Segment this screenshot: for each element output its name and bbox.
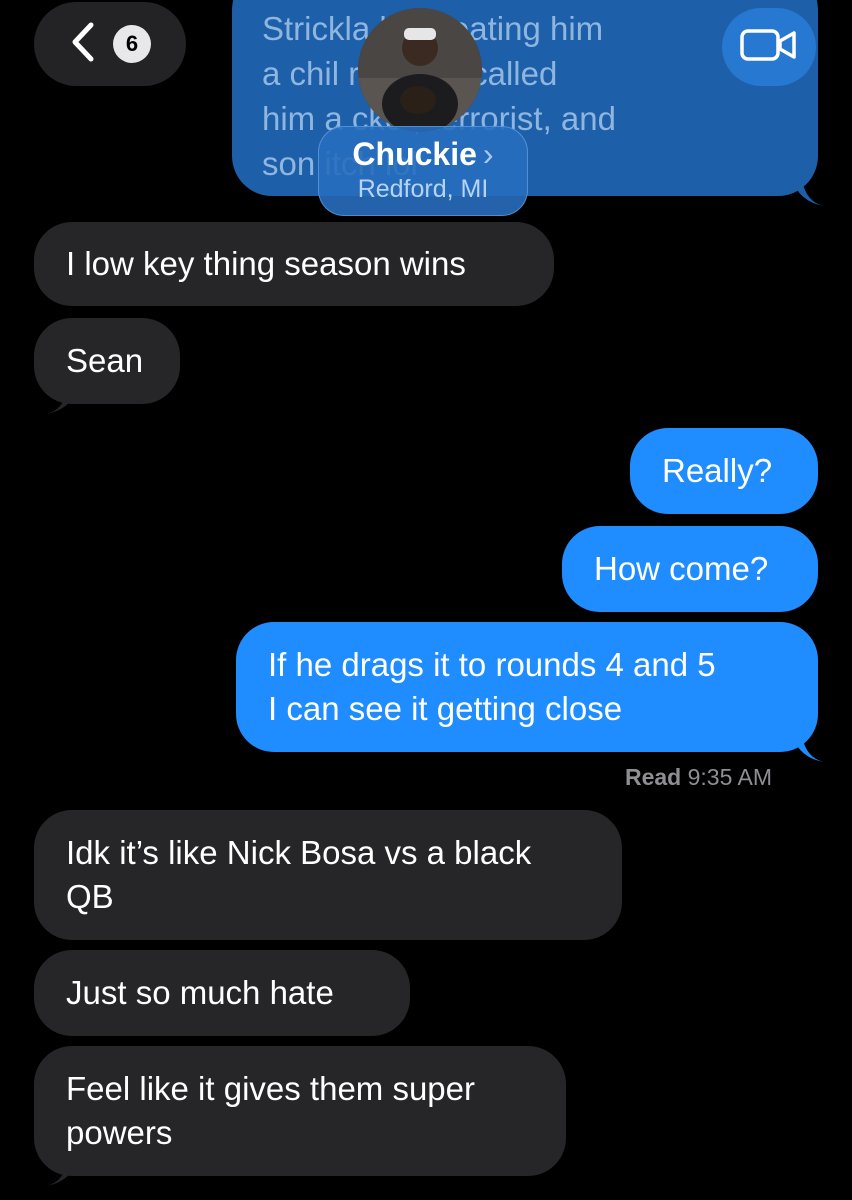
- video-call-button[interactable]: [722, 8, 816, 86]
- message-bubble-outgoing[interactable]: Really?: [630, 428, 818, 514]
- contact-info-button[interactable]: Chuckie › Redford, MI: [318, 126, 528, 216]
- message-bubble-incoming[interactable]: Idk it’s like Nick Bosa vs a black QB: [34, 810, 622, 940]
- contact-name: Chuckie ›: [352, 136, 494, 172]
- message-bubble-incoming[interactable]: Just so much hate: [34, 950, 410, 1036]
- message-bubble-outgoing[interactable]: If he drags it to rounds 4 and 5 I can s…: [236, 622, 818, 752]
- bubble-tail: [792, 736, 826, 764]
- read-time: 9:35 AM: [687, 764, 772, 790]
- message-bubble-incoming[interactable]: I low key thing season wins: [34, 222, 554, 306]
- read-receipt: Read 9:35 AM: [625, 764, 772, 791]
- contact-location: Redford, MI: [357, 175, 489, 203]
- back-button[interactable]: 6: [34, 2, 186, 86]
- video-camera-icon: [740, 27, 798, 68]
- contact-avatar[interactable]: [358, 8, 482, 132]
- bubble-tail: [44, 388, 78, 416]
- bubble-tail: [44, 1160, 78, 1188]
- unread-count-badge: 6: [113, 25, 151, 63]
- read-label: Read: [624, 764, 682, 790]
- message-bubble-outgoing[interactable]: How come?: [562, 526, 818, 612]
- bubble-tail: [792, 180, 826, 208]
- chevron-left-icon: [69, 21, 95, 68]
- chevron-right-icon: ›: [482, 136, 494, 172]
- message-bubble-incoming[interactable]: Feel like it gives them super powers: [34, 1046, 566, 1176]
